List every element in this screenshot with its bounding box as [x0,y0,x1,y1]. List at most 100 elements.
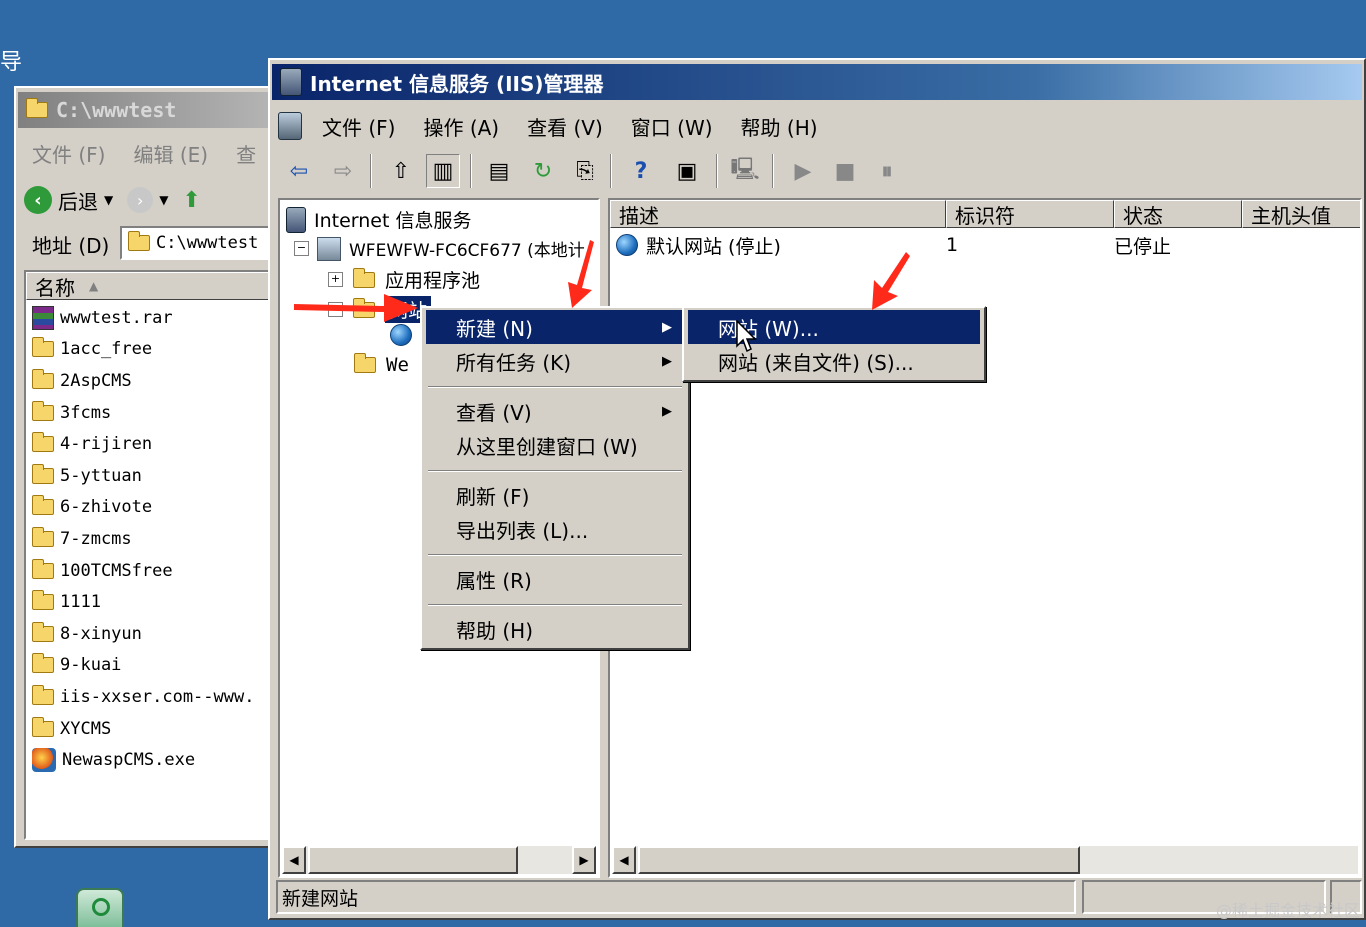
file-name: 6-zhivote [60,497,153,518]
list-item[interactable]: 1111 [32,586,286,618]
properties-icon[interactable]: ▤ [482,154,516,188]
column-header-id[interactable]: 标识符 [946,200,1114,228]
column-header-status[interactable]: 状态 [1114,200,1242,228]
file-name: 1111 [60,592,101,613]
forward-arrow-icon[interactable]: › [127,187,154,213]
menu-item-new[interactable]: 新建 (N) ▶ [426,310,684,344]
list-item[interactable]: iis-xxser.com--www. [32,681,286,713]
folder-icon [32,400,54,421]
back-icon[interactable]: ⇦ [282,154,316,188]
iis-menu-action[interactable]: 操作 (A) [409,112,513,141]
iis-titlebar[interactable]: Internet 信息服务 (IIS)管理器 [272,64,1362,100]
list-item[interactable]: 100TCMSfree [32,555,286,587]
list-item[interactable]: 9-kuai [32,650,286,682]
file-list: wwwtest.rar 1acc_free 2AspCMS 3fcms 4-rijire… [32,302,286,776]
tree-web-ext-label: We [386,354,409,376]
column-header-host[interactable]: 主机头值 [1242,200,1360,228]
menu-item-view[interactable]: 查看 (V) ▶ [426,394,684,428]
list-item[interactable]: 5-yttuan [32,460,286,492]
menu-item-all-tasks[interactable]: 所有任务 (K) ▶ [426,344,684,378]
up-one-level-icon[interactable]: ⇧ [384,154,418,188]
explorer-titlebar[interactable]: C:\wwwtest [18,92,290,128]
back-button-label[interactable]: 后退 [58,186,98,215]
tree-server-item[interactable]: − WFEWFW-FC6CF677 (本地计 [294,236,585,261]
submenu-arrow-icon: ▶ [662,403,672,419]
scroll-right-icon[interactable]: ▶ [572,846,596,874]
file-name: NewaspCMS.exe [62,750,196,771]
show-hide-tree-icon[interactable]: ▥ [426,154,460,188]
scroll-left-icon[interactable]: ◀ [282,846,306,874]
mmc-console-icon[interactable] [278,112,302,140]
menu-item-properties[interactable]: 属性 (R) [426,562,684,596]
computer-icon[interactable]: 🖳 [728,154,762,188]
list-pane[interactable]: 描述 标识符 状态 主机头值 默认网站 (停止) 1 已停止 ◀ [608,198,1362,878]
back-arrow-icon[interactable]: ‹ [24,186,52,214]
column-name-label: 名称 [35,275,75,300]
annotation-arrow-icon [294,294,418,322]
list-item[interactable]: 1acc_free [32,334,286,366]
scroll-thumb[interactable] [308,846,518,874]
scroll-left-icon[interactable]: ◀ [612,846,636,874]
refresh-icon[interactable]: ↻ [526,154,560,188]
list-item[interactable]: 6-zhivote [32,492,286,524]
list-row[interactable]: 默认网站 (停止) 1 已停止 [616,230,1356,260]
submenu-arrow-icon: ▶ [662,319,672,335]
list-item[interactable]: 3fcms [32,397,286,429]
back-dropdown-icon[interactable]: ▼ [104,193,113,207]
folder-icon [32,621,54,642]
folder-icon [26,98,48,118]
list-item[interactable]: 4-rijiren [32,428,286,460]
iis-menu-view[interactable]: 查看 (V) [513,112,617,141]
explorer-menu-view[interactable]: 查 [222,139,270,168]
iis-menubar: 文件 (F) 操作 (A) 查看 (V) 窗口 (W) 帮助 (H) [278,106,832,146]
menu-item-refresh[interactable]: 刷新 (F) [426,478,684,512]
tree-default-site-item[interactable] [390,324,412,346]
forward-icon[interactable]: ⇨ [326,154,360,188]
file-list-pane[interactable]: 名称 ▲ wwwtest.rar 1acc_free 2AspCMS 3fcms 4-r… [24,270,288,840]
menu-item-new-label: 新建 (N) [456,316,533,341]
collapse-icon[interactable]: − [294,241,309,256]
start-icon[interactable]: ▶ [786,154,820,188]
column-header-desc[interactable]: 描述 [610,200,946,228]
tree-web-ext-item[interactable]: We [354,353,409,376]
column-host-label: 主机头值 [1251,203,1331,228]
stop-icon[interactable]: ■ [828,154,862,188]
address-field[interactable]: C:\wwwtest [120,226,290,260]
tree-root-item[interactable]: Internet 信息服务 [286,206,471,233]
explorer-menu-file[interactable]: 文件 (F) [24,139,119,168]
expand-icon[interactable]: + [328,272,343,287]
list-item[interactable]: 7-zmcms [32,523,286,555]
iis-menu-help[interactable]: 帮助 (H) [727,112,832,141]
list-item[interactable]: 2AspCMS [32,365,286,397]
server-icon [317,236,341,261]
up-folder-icon[interactable]: ⬆ [182,188,200,213]
menu-item-new-window[interactable]: 从这里创建窗口 (W) [426,428,684,462]
forward-dropdown-icon[interactable]: ▼ [159,193,168,207]
list-hscrollbar[interactable]: ◀ [612,846,1358,874]
tree-hscrollbar[interactable]: ◀ ▶ [282,846,596,874]
explorer-menu-edit[interactable]: 编辑 (E) [119,139,222,168]
pause-icon[interactable]: ⏸ [870,154,904,188]
list-item[interactable]: wwwtest.rar [32,302,286,334]
scroll-thumb[interactable] [638,846,1080,874]
menu-item-export-list[interactable]: 导出列表 (L)... [426,512,684,546]
toolbar-separator [470,154,472,188]
list-item[interactable]: 8-xinyun [32,618,286,650]
submenu-item-website-from-file[interactable]: 网站 (来自文件) (S)... [688,344,980,378]
column-header-name[interactable]: 名称 ▲ [26,272,286,300]
explorer-window[interactable]: C:\wwwtest 文件 (F) 编辑 (E) 查 ‹ 后退 ▼ › ▼ ⬆ … [14,86,294,848]
menu-item-view-label: 查看 (V) [456,400,532,425]
menu-item-help[interactable]: 帮助 (H) [426,612,684,646]
show-hide-console-icon[interactable]: ▣ [670,154,704,188]
list-item[interactable]: XYCMS [32,713,286,745]
row-id: 1 [946,234,959,256]
help-icon[interactable]: ? [624,154,658,188]
file-name: 7-zmcms [60,528,132,549]
recycle-bin-icon[interactable] [76,888,124,927]
submenu-item-website[interactable]: 网站 (W)... [688,310,980,344]
iis-menu-file[interactable]: 文件 (F) [308,112,409,141]
file-name: 2AspCMS [60,370,132,391]
list-item[interactable]: NewaspCMS.exe [32,744,286,776]
iis-menu-window[interactable]: 窗口 (W) [617,112,727,141]
export-list-icon[interactable]: ⎘ [568,154,602,188]
